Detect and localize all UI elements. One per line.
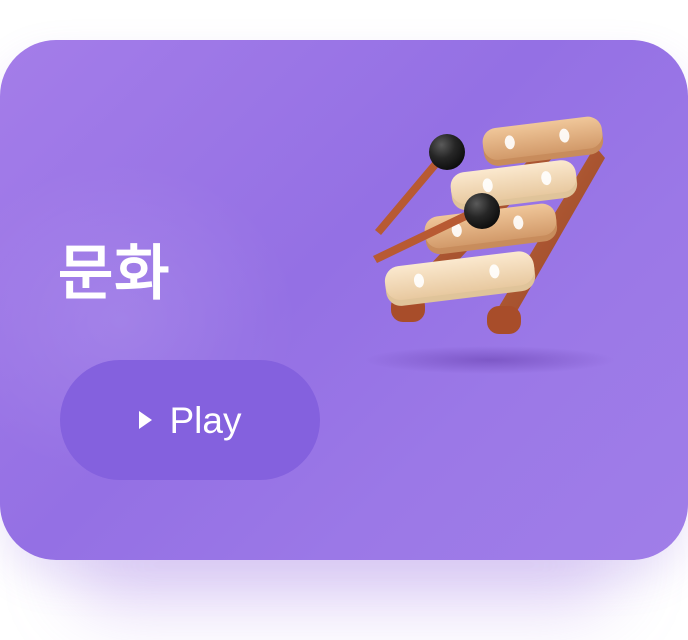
- instrument-floor-shadow: [365, 346, 615, 374]
- play-label: Play: [169, 399, 242, 441]
- stage: 문화 Play: [0, 0, 688, 640]
- frame-foot-right: [487, 306, 521, 334]
- xylophone-icon: [365, 116, 615, 374]
- xylophone-bar-1: [482, 116, 604, 166]
- category-title: 문화: [58, 239, 171, 309]
- play-icon: [138, 411, 152, 429]
- mallet-head-top: [429, 134, 465, 170]
- play-button[interactable]: Play: [60, 360, 320, 480]
- mallet-head-bottom: [464, 193, 500, 229]
- category-card[interactable]: 문화 Play: [0, 40, 688, 560]
